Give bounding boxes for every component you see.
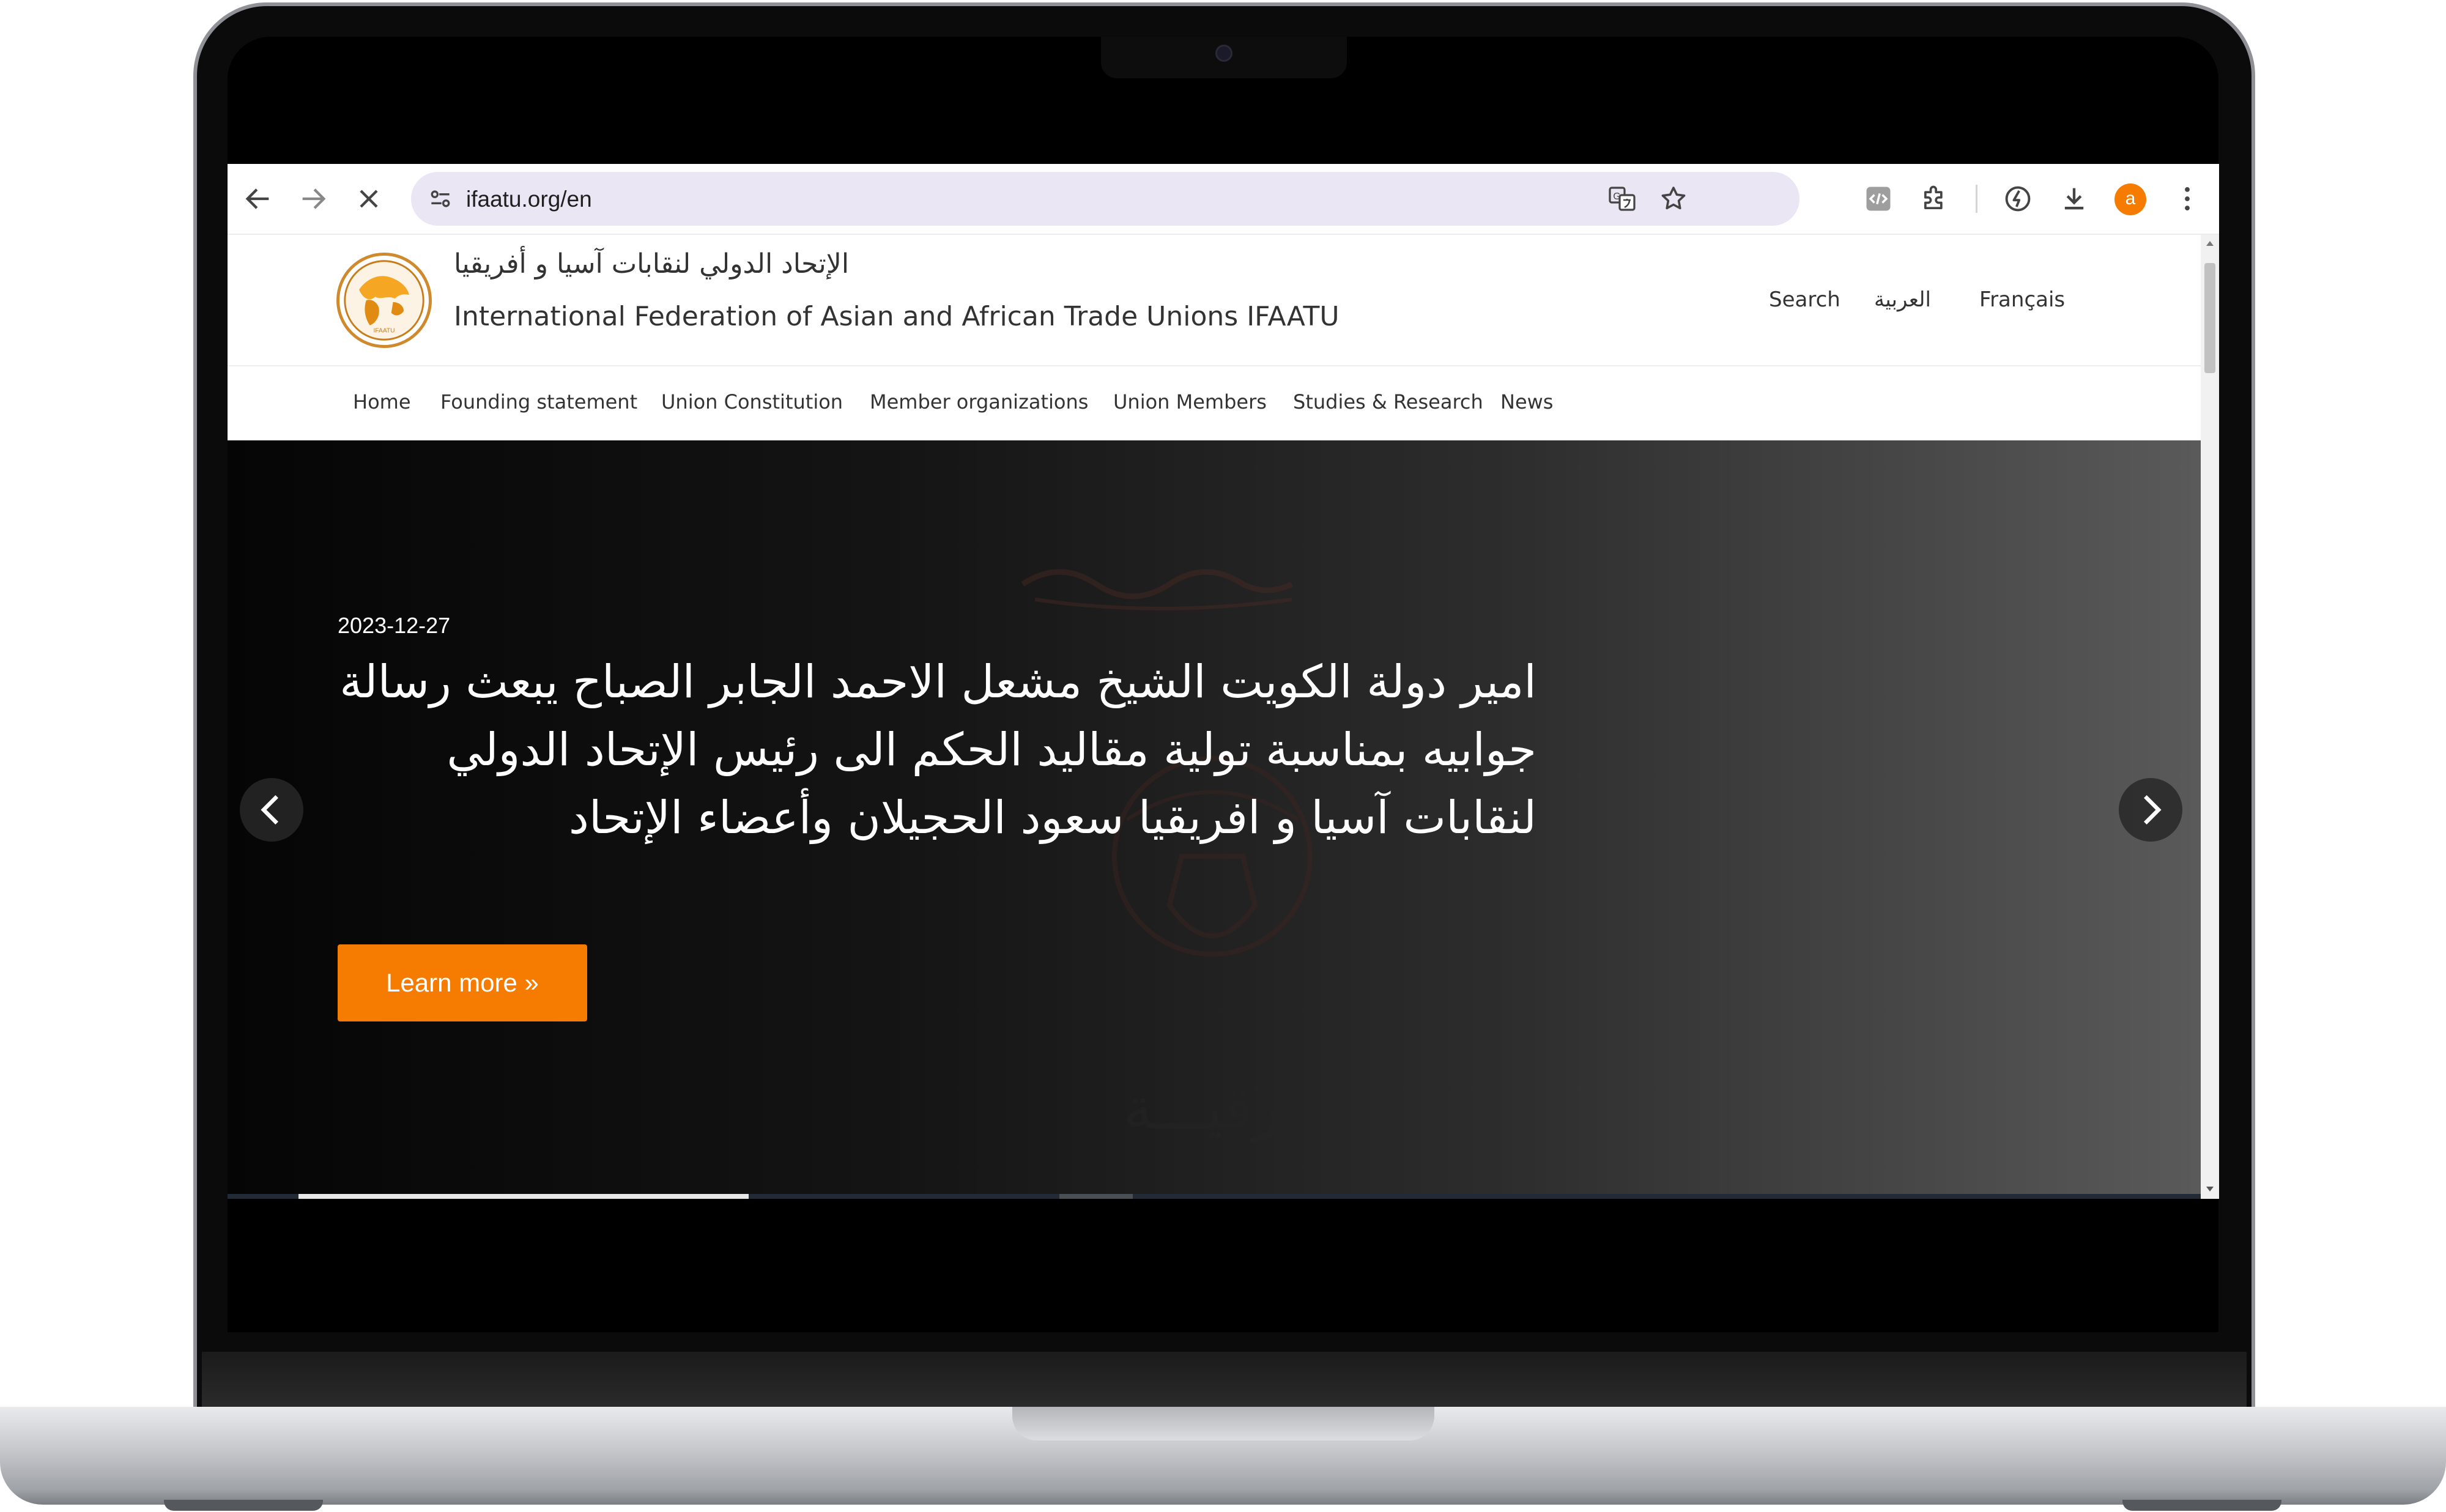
forward-icon[interactable] [297,183,329,215]
nav-home[interactable]: Home [353,390,411,413]
svg-text:برقيـــة: برقيـــة [1124,1074,1301,1143]
svg-text:G: G [1613,191,1620,202]
browser-window: ifaatu.org/en G a IFAATU الإتحاد الدولي … [228,164,2219,1199]
scroll-up-icon[interactable] [2204,237,2216,250]
news-headline[interactable]: امير دولة الكويت الشيخ مشعل الاحمد الجاب… [338,648,1536,852]
language-french-link[interactable]: Français [1979,287,2065,312]
back-icon[interactable] [242,183,274,215]
site-title-arabic[interactable]: الإتحاد الدولي لنقابات آسيا و أفريقيا [454,248,849,280]
translate-icon[interactable]: G [1607,184,1637,213]
performance-icon[interactable] [2002,183,2034,215]
slider-next-button[interactable] [2119,778,2182,842]
scroll-thumb[interactable] [2204,263,2215,373]
hero-slider: برقيـــة 2023-12-27 امير دولة الكويت الش… [228,440,2201,1199]
nav-union-constitution[interactable]: Union Constitution [661,390,843,413]
slider-progress-marker [1059,1194,1133,1199]
nav-founding-statement[interactable]: Founding statement [440,390,637,413]
learn-more-button[interactable]: Learn more » [338,944,587,1021]
base-opening [1012,1407,1434,1440]
hinge [202,1352,2247,1409]
profile-avatar[interactable]: a [2114,183,2146,215]
site-info-icon[interactable] [427,185,454,212]
svg-text:IFAATU: IFAATU [373,328,395,335]
globe-logo-icon: IFAATU [344,260,424,341]
scroll-down-icon[interactable] [2204,1183,2216,1195]
nav-member-organizations[interactable]: Member organizations [870,390,1088,413]
slider-progress-bar [298,1194,749,1199]
laptop-foot-left [164,1500,323,1511]
chevron-left-icon [261,795,278,825]
site-title-english[interactable]: International Federation of Asian and Af… [454,301,1340,332]
header-divider [228,365,2201,366]
browser-toolbar: ifaatu.org/en G a [228,164,2219,235]
toolbar-separator [1976,185,1977,213]
stop-loading-icon[interactable] [353,183,385,215]
nav-union-members[interactable]: Union Members [1113,390,1267,413]
news-date: 2023-12-27 [338,613,451,638]
nav-studies-research[interactable]: Studies & Research [1293,390,1483,413]
language-arabic-link[interactable]: العربية [1874,287,1931,312]
devtools-extension-icon[interactable] [1862,183,1894,215]
address-bar[interactable]: ifaatu.org/en G [411,172,1799,226]
laptop-foot-right [2122,1500,2281,1511]
download-icon[interactable] [2058,183,2090,215]
web-page: IFAATU الإتحاد الدولي لنقابات آسيا و أفر… [228,235,2201,1199]
browser-menu-icon[interactable] [2171,183,2203,215]
url-text[interactable]: ifaatu.org/en [466,187,592,212]
camera-icon [1215,45,1232,62]
page-scrollbar[interactable] [2201,235,2219,1199]
chevron-right-icon [2144,795,2162,825]
search-link[interactable]: Search [1769,287,1840,312]
extensions-puzzle-icon[interactable] [1919,183,1951,215]
site-logo[interactable]: IFAATU [336,253,432,348]
slider-prev-button[interactable] [240,778,303,842]
bookmark-star-icon[interactable] [1659,184,1688,213]
nav-news[interactable]: News [1500,390,1553,413]
